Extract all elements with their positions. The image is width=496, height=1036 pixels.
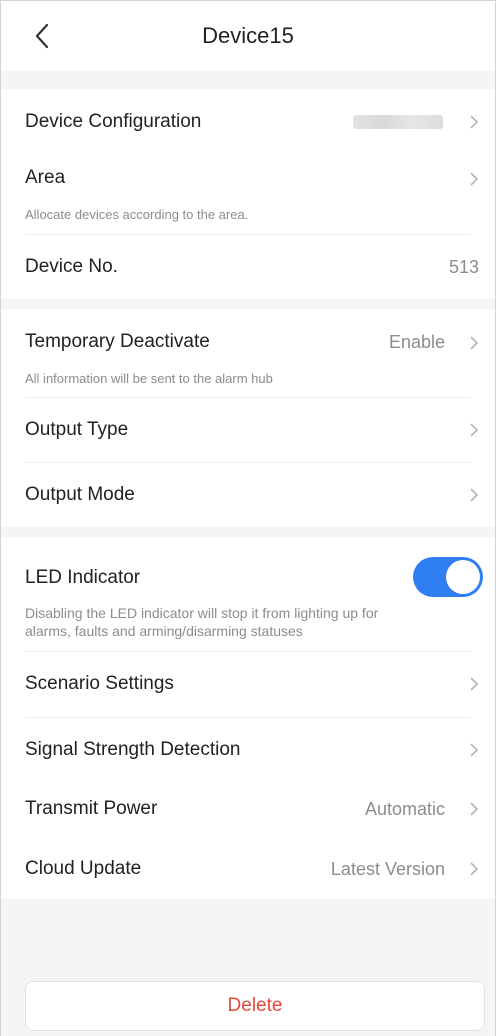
cloud-update-value: Latest Version [330,858,445,879]
output-section: Temporary Deactivate Enable All informat… [1,309,495,527]
top-bar: Device15 [1,1,495,71]
app-frame: Device15 Device Configuration Area Alloc… [0,0,496,1036]
chevron-right-icon [470,336,479,350]
device-configuration-row[interactable]: Device Configuration [1,89,495,155]
output-type-row[interactable]: Output Type [1,398,495,462]
led-indicator-description-line2: alarms, faults and arming/disarming stat… [25,623,303,639]
area-row[interactable]: Area Allocate devices according to the a… [1,155,495,233]
settings-section: LED Indicator Disabling the LED indicato… [1,537,495,899]
transmit-power-value: Automatic [364,798,445,819]
chevron-right-icon [470,862,479,876]
output-mode-row[interactable]: Output Mode [1,463,495,527]
chevron-right-icon [470,423,479,437]
chevron-right-icon [470,743,479,757]
blurred-value [353,115,443,129]
area-description: Allocate devices according to the area. [25,207,249,222]
back-button[interactable] [29,23,55,49]
transmit-power-label: Transmit Power [25,798,158,819]
scenario-settings-row[interactable]: Scenario Settings [1,652,495,716]
scenario-settings-label: Scenario Settings [25,673,174,694]
led-indicator-label: LED Indicator [25,567,141,588]
area-label: Area [25,167,66,188]
led-indicator-description-line1: Disabling the LED indicator will stop it… [25,605,379,621]
cloud-update-label: Cloud Update [25,858,142,879]
chevron-right-icon [470,172,479,186]
chevron-right-icon [470,802,479,816]
signal-strength-detection-label: Signal Strength Detection [25,739,241,760]
device-no-row: Device No. 513 [1,235,495,299]
temporary-deactivate-value: Enable [388,332,445,352]
delete-button[interactable]: Delete [25,981,485,1031]
signal-strength-detection-row[interactable]: Signal Strength Detection [1,718,495,782]
output-type-label: Output Type [25,419,129,440]
device-info-section: Device Configuration Area Allocate devic… [1,89,495,299]
chevron-right-icon [470,488,479,502]
temporary-deactivate-label: Temporary Deactivate [25,331,210,352]
chevron-right-icon [470,115,479,129]
output-mode-label: Output Mode [25,484,135,505]
chevron-left-icon [35,23,49,49]
transmit-power-row[interactable]: Transmit Power Automatic [1,779,495,839]
cloud-update-row[interactable]: Cloud Update Latest Version [1,839,495,899]
toggle-knob [446,560,480,594]
device-no-label: Device No. [25,256,118,277]
led-indicator-toggle[interactable] [413,557,483,597]
page-title: Device15 [202,23,294,48]
chevron-right-icon [470,677,479,691]
temporary-deactivate-row[interactable]: Temporary Deactivate Enable All informat… [1,309,495,397]
temporary-deactivate-description: All information will be sent to the alar… [25,371,273,386]
device-configuration-label: Device Configuration [25,111,202,132]
device-no-value: 513 [448,256,479,277]
led-indicator-row: LED Indicator Disabling the LED indicato… [1,537,495,649]
